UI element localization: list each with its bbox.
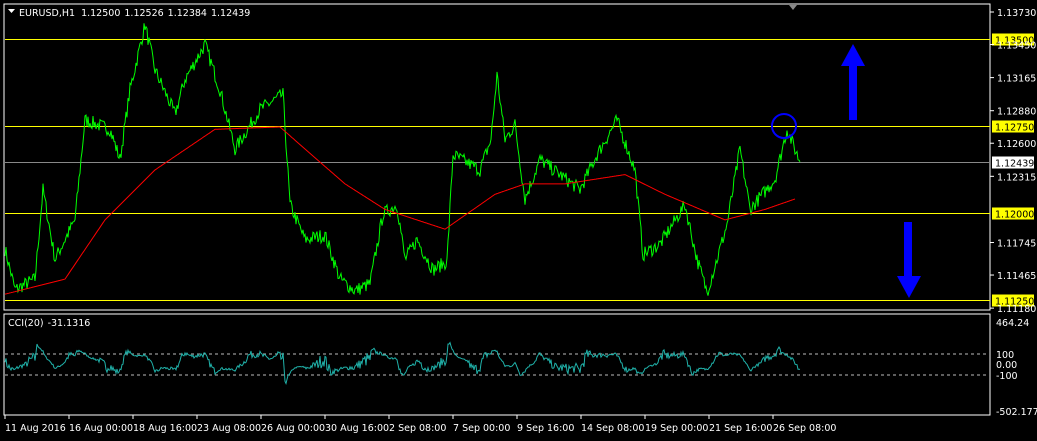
price-tick-label: 1.11180 xyxy=(997,304,1036,315)
price-tick-label: 1.12315 xyxy=(997,172,1036,183)
time-tick-label: 14 Sep 08:00 xyxy=(581,423,644,434)
time-tick-label: 18 Aug 16:00 xyxy=(133,423,197,434)
level-price-label: 1.12750 xyxy=(995,123,1034,134)
time-tick-label: 21 Sep 16:00 xyxy=(709,423,772,434)
level-price-label: 1.12000 xyxy=(995,210,1034,221)
time-tick-label: 11 Aug 2016 xyxy=(5,423,66,434)
price-tick-label: 1.12600 xyxy=(997,139,1036,150)
time-tick-label: 30 Aug 16:00 xyxy=(325,423,389,434)
price-tick-label: 1.13730 xyxy=(997,8,1036,19)
cci-lower-label: -100 xyxy=(996,371,1018,382)
time-tick-label: 7 Sep 00:00 xyxy=(453,423,510,434)
price-tick-label: 1.13165 xyxy=(997,74,1036,85)
time-tick-label: 19 Sep 00:00 xyxy=(645,423,708,434)
current-price-label: 1.12439 xyxy=(995,159,1034,170)
time-tick-label: 23 Aug 08:00 xyxy=(197,423,261,434)
cci-min-label: -502.1773 xyxy=(996,407,1037,418)
time-tick-label: 2 Sep 08:00 xyxy=(389,423,446,434)
price-tick-label: 1.12880 xyxy=(997,107,1036,118)
price-tick-label: 1.13450 xyxy=(997,41,1036,52)
cci-max-label: 464.24 xyxy=(996,318,1029,329)
chart-header: EURUSD,H1 1.12500 1.12526 1.12384 1.12439 xyxy=(19,8,250,19)
trading-chart[interactable]: EURUSD,H1 1.12500 1.12526 1.12384 1.12439 1.… xyxy=(0,0,1037,441)
cci-label: CCI(20) -31.1316 xyxy=(8,318,90,329)
price-tick-label: 1.11465 xyxy=(997,271,1036,282)
time-tick-label: 16 Aug 00:00 xyxy=(69,423,133,434)
time-tick-label: 26 Aug 00:00 xyxy=(261,423,325,434)
time-tick-label: 26 Sep 08:00 xyxy=(773,423,836,434)
time-tick-label: 9 Sep 16:00 xyxy=(517,423,574,434)
price-tick-label: 1.11745 xyxy=(997,239,1036,250)
cci-zero-label: 0.00 xyxy=(996,360,1017,371)
